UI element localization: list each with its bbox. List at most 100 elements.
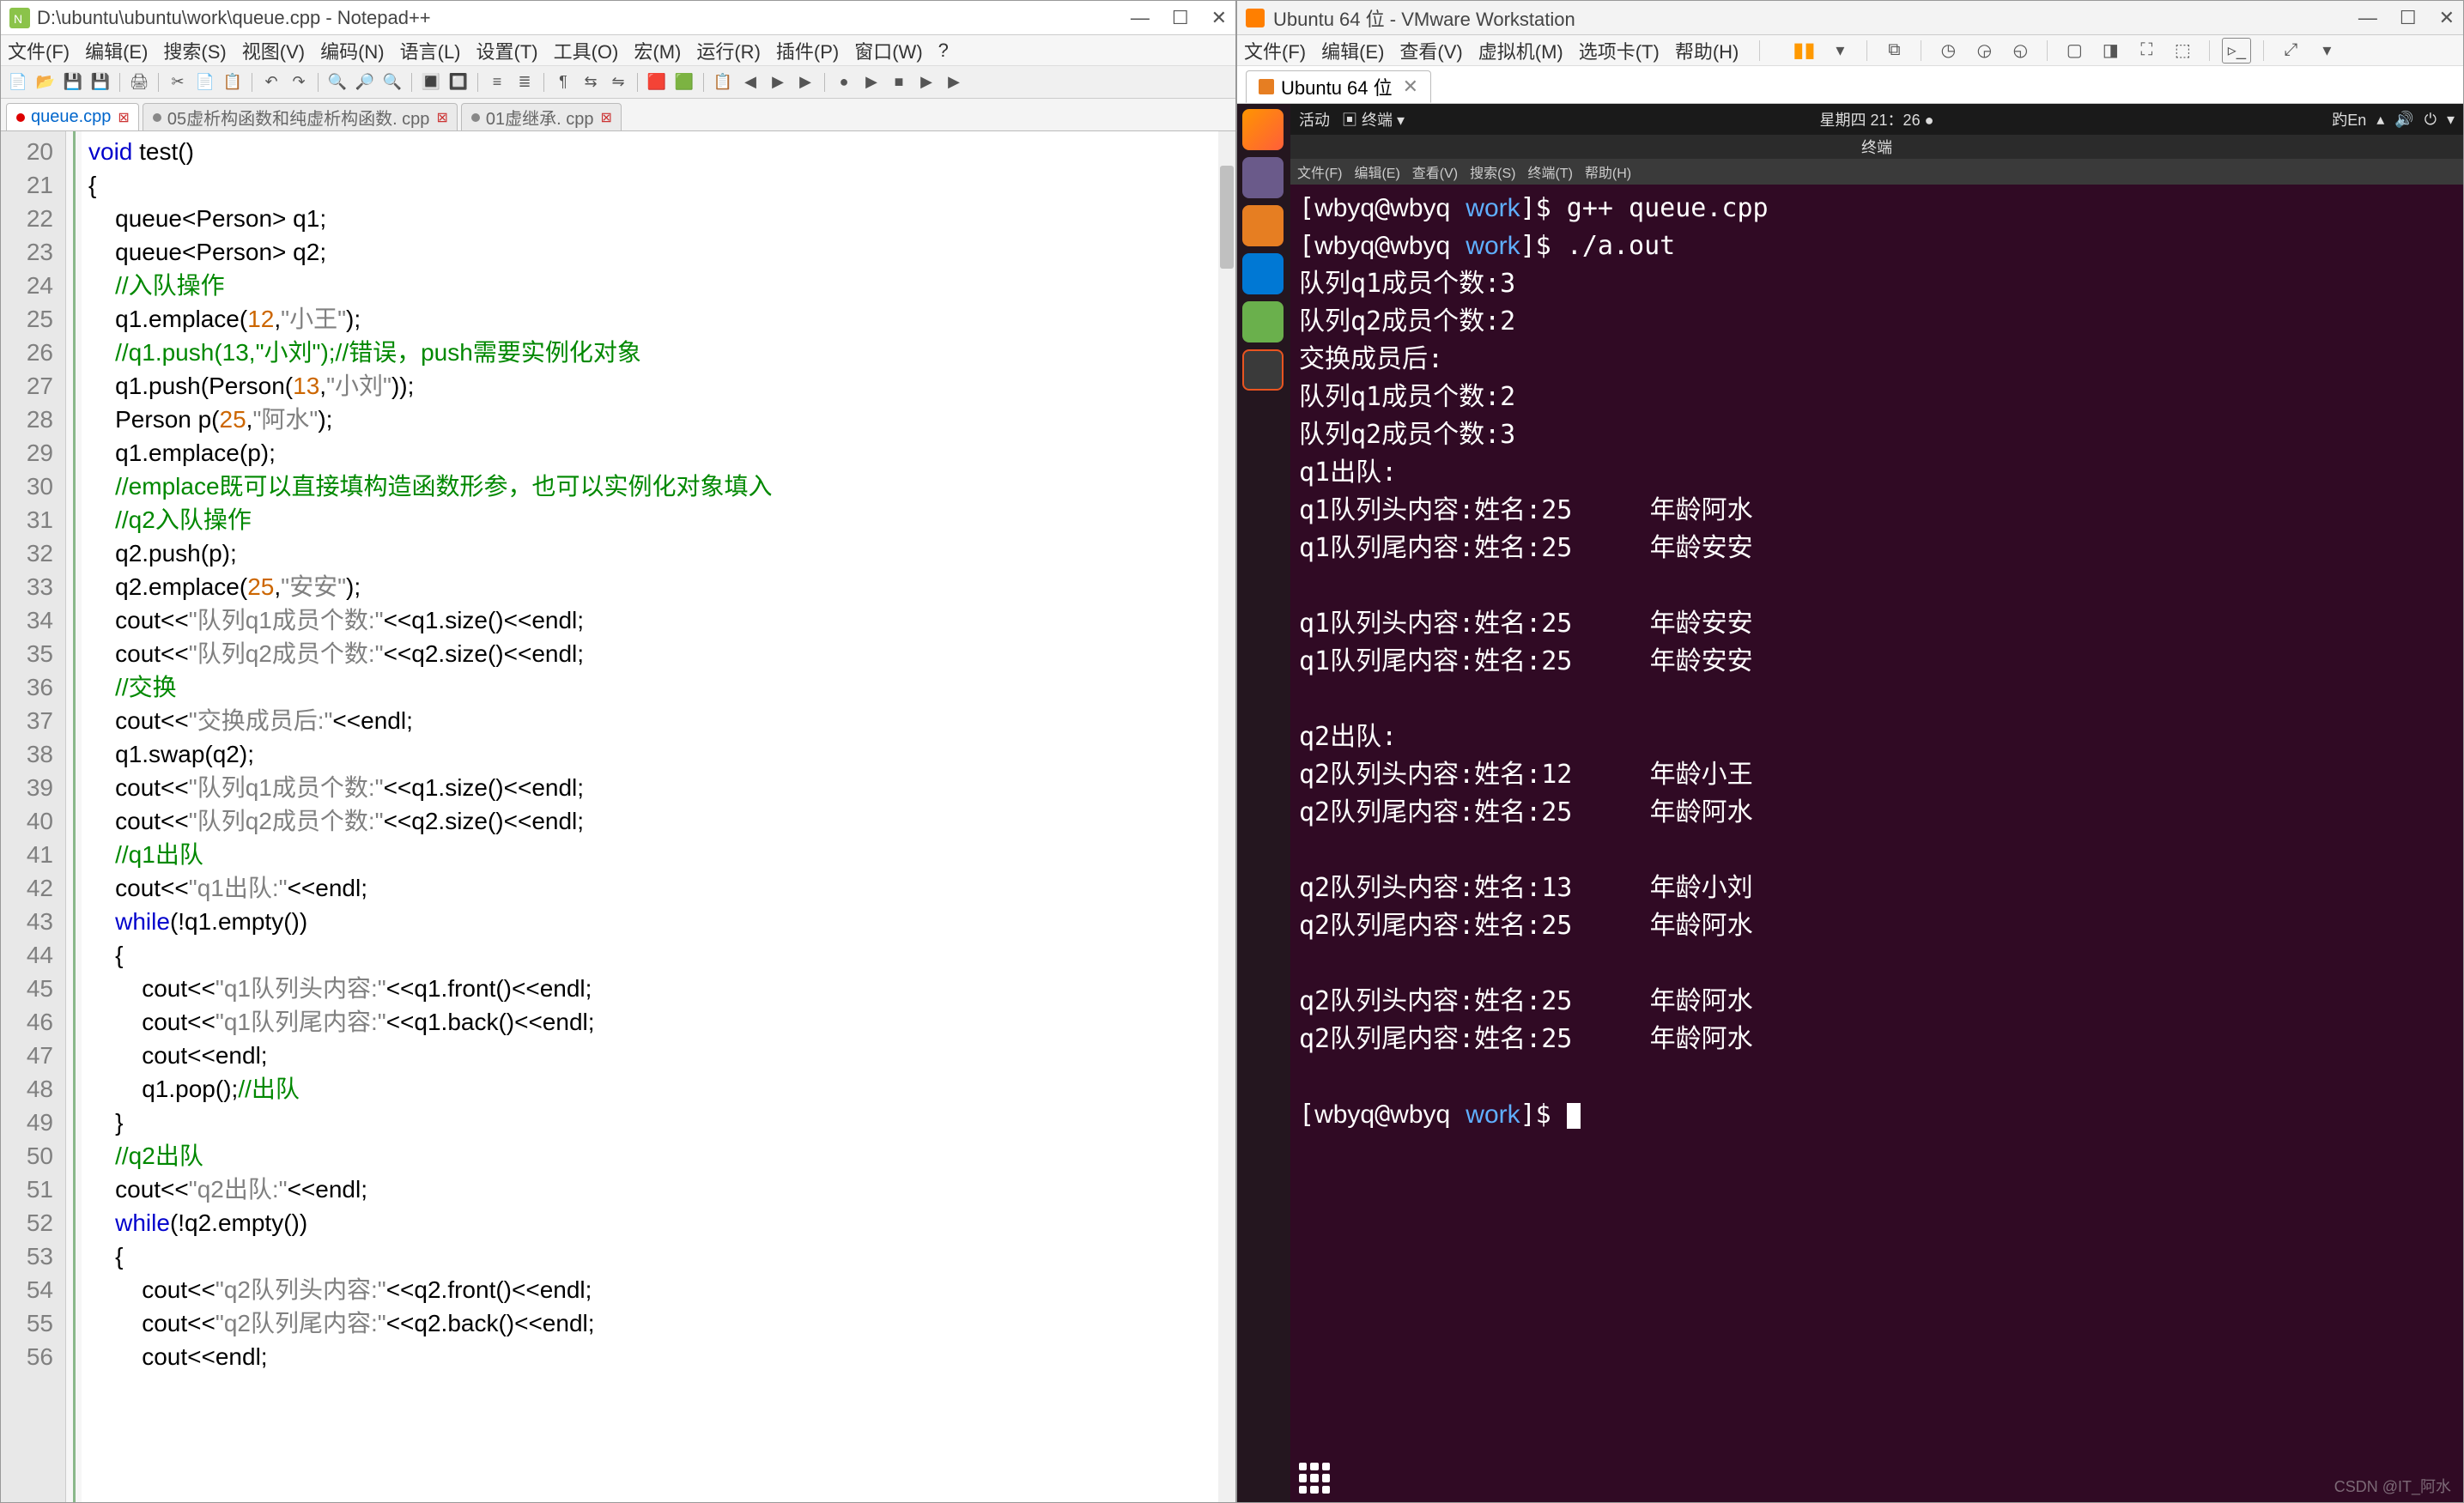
volume-icon[interactable]: 🔊 [2394, 111, 2413, 129]
close-button[interactable]: ✕ [1211, 7, 1227, 29]
toolbar-button[interactable]: 📋 [221, 70, 245, 94]
menu-item[interactable]: 查看(V) [1399, 37, 1462, 64]
toolbar-button[interactable]: ↶ [259, 70, 283, 94]
toolbar-button[interactable]: ¶ [551, 70, 575, 94]
vmw-titlebar[interactable]: Ubuntu 64 位 - VMware Workstation — ☐ ✕ [1237, 1, 2463, 35]
toolbar-button[interactable]: 🔎 [353, 70, 377, 94]
send-keys-icon[interactable]: ⧉ [1879, 38, 1909, 64]
panel-status-area[interactable]: 趵En ▴ 🔊 ⏻ ▾ [2332, 108, 2455, 130]
maximize-button[interactable]: ☐ [2400, 7, 2417, 29]
menu-item[interactable]: 搜索(S) [163, 37, 226, 64]
toolbar-dropdown-icon[interactable]: ▾ [1825, 38, 1854, 64]
console-icon[interactable]: ▹_ [2222, 38, 2251, 64]
tab-close-icon[interactable]: ⊠ [118, 109, 129, 126]
tab-close-icon[interactable]: ⊠ [600, 109, 611, 126]
menu-item[interactable]: 文件(F) [8, 37, 70, 64]
terminal-dock-icon[interactable] [1242, 349, 1284, 391]
show-applications-button[interactable] [1299, 1463, 1330, 1494]
panel-clock[interactable]: 星期四 21：26 ● [1820, 108, 1934, 130]
toolbar-button[interactable]: ≡ [485, 70, 509, 94]
menu-item[interactable]: 终端(T) [1527, 161, 1572, 182]
minimize-button[interactable]: — [2358, 7, 2377, 29]
menu-item[interactable]: 编辑(E) [1354, 161, 1399, 182]
files-dock-icon[interactable] [1242, 157, 1284, 198]
toolbar-button[interactable]: ⇋ [606, 70, 630, 94]
terminal-window[interactable]: 终端 文件(F) 编辑(E) 查看(V) 搜索(S) 终端(T) 帮助(H) [wbyq@… [1290, 135, 2463, 1502]
firefox-dock-icon[interactable] [1242, 109, 1284, 150]
panel-item[interactable]: 活动 [1299, 108, 1330, 130]
toolbar-button[interactable]: ▶ [793, 70, 817, 94]
toolbar-button[interactable]: ▶ [766, 70, 790, 94]
menu-item[interactable]: 帮助(H) [1675, 37, 1739, 64]
menu-item[interactable]: 插件(P) [776, 37, 839, 64]
toolbar-button[interactable]: 🟥 [645, 70, 669, 94]
toolbar-button[interactable]: ▶ [942, 70, 966, 94]
revert-icon[interactable]: ◵ [2006, 38, 2035, 64]
menu-item[interactable]: 文件(F) [1297, 161, 1342, 182]
network-icon[interactable]: ▴ [2376, 111, 2384, 129]
toolbar-button[interactable]: 💾 [88, 70, 112, 94]
toolbar-button[interactable]: 📄 [6, 70, 30, 94]
vm-guest-screen[interactable]: 活动 ▣ 终端 ▾ 星期四 21：26 ● 趵En ▴ 🔊 ⏻ ▾ 终端 文件(F… [1237, 104, 2463, 1502]
terminal-body[interactable]: [wbyq@wbyq work]$ g++ queue.cpp [wbyq@wb… [1290, 185, 2463, 1502]
menu-item[interactable]: 编辑(E) [1321, 37, 1384, 64]
menu-item[interactable]: 运行(R) [696, 37, 761, 64]
toolbar-button[interactable]: ▶ [859, 70, 883, 94]
toolbar-button[interactable]: 📂 [33, 70, 58, 94]
terminal-titlebar[interactable]: 终端 [1290, 135, 2463, 159]
software-dock-icon[interactable] [1242, 205, 1284, 246]
pause-button[interactable]: ▮▮ [1789, 38, 1818, 64]
vscode-dock-icon[interactable] [1242, 253, 1284, 294]
editor-tab[interactable]: queue.cpp⊠ [6, 103, 139, 130]
fullscreen-icon[interactable]: ⛶ [2132, 38, 2161, 64]
toolbar-button[interactable]: 📋 [711, 70, 735, 94]
power-icon[interactable]: ⏻ [2425, 111, 2437, 129]
npp-editor[interactable]: 2021222324252627282930313233343536373839… [1, 131, 1235, 1502]
snapshot-manager-icon[interactable]: ◶ [1969, 38, 1999, 64]
unity-icon[interactable]: ⬚ [2168, 38, 2197, 64]
tab-close-icon[interactable]: ⊠ [436, 109, 447, 126]
maximize-button[interactable]: ☐ [1172, 7, 1189, 29]
toolbar-button[interactable]: 🟩 [672, 70, 696, 94]
menu-item[interactable]: 文件(F) [1244, 37, 1306, 64]
ubuntu-top-panel[interactable]: 活动 ▣ 终端 ▾ 星期四 21：26 ● 趵En ▴ 🔊 ⏻ ▾ [1290, 104, 2463, 135]
menu-item[interactable]: 编辑(E) [85, 37, 148, 64]
menu-item[interactable]: 搜索(S) [1470, 161, 1515, 182]
menu-item[interactable]: 语言(L) [400, 37, 461, 64]
vmw-tab-ubuntu[interactable]: Ubuntu 64 位 ✕ [1246, 70, 1431, 103]
menu-item[interactable]: 视图(V) [242, 37, 305, 64]
toolbar-button[interactable]: ▶ [914, 70, 938, 94]
stretch-icon[interactable]: ⤢ [2276, 38, 2305, 64]
toolbar-button[interactable]: ↷ [287, 70, 311, 94]
menu-item[interactable]: 宏(M) [634, 37, 681, 64]
toolbar-button[interactable]: ⇆ [579, 70, 603, 94]
editor-scrollbar[interactable] [1218, 131, 1235, 1502]
input-method-indicator[interactable]: 趵En [2332, 108, 2366, 130]
menu-item[interactable]: 帮助(H) [1585, 161, 1631, 182]
menu-item[interactable]: 工具(O) [554, 37, 619, 64]
toolbar-button[interactable]: 🔍 [325, 70, 349, 94]
panel-item[interactable]: ▣ 终端 ▾ [1342, 108, 1405, 130]
toolbar-button[interactable]: 💾 [61, 70, 85, 94]
toolbar-button[interactable]: 🔲 [446, 70, 470, 94]
toolbar-button[interactable]: 🔳 [419, 70, 443, 94]
toolbar-button[interactable]: ≣ [513, 70, 537, 94]
toolbar-button[interactable]: 📄 [193, 70, 217, 94]
toolbar-button[interactable]: 🔍 [380, 70, 404, 94]
npp-titlebar[interactable]: N D:\ubuntu\ubuntu\work\queue.cpp - Note… [1, 1, 1235, 35]
toolbar-button[interactable]: ◀ [738, 70, 762, 94]
menu-item[interactable]: 选项卡(T) [1579, 37, 1660, 64]
menu-item[interactable]: 查看(V) [1412, 161, 1458, 182]
menu-item[interactable]: 窗口(W) [854, 37, 922, 64]
close-button[interactable]: ✕ [2439, 7, 2455, 29]
menu-item[interactable]: 虚拟机(M) [1478, 37, 1563, 64]
toolbar-button[interactable]: ✂ [166, 70, 190, 94]
editor-tab[interactable]: 05虚析构函数和纯虚析构函数. cpp⊠ [143, 103, 458, 130]
toolbar-dropdown2-icon[interactable]: ▾ [2312, 38, 2341, 64]
minimize-button[interactable]: — [1131, 7, 1150, 29]
view-single-icon[interactable]: ▢ [2060, 38, 2089, 64]
editor-tab[interactable]: 01虚继承. cpp⊠ [461, 103, 622, 130]
scrollbar-thumb[interactable] [1220, 166, 1234, 269]
tab-close-icon[interactable]: ✕ [1403, 76, 1418, 98]
toolbar-button[interactable]: ■ [887, 70, 911, 94]
